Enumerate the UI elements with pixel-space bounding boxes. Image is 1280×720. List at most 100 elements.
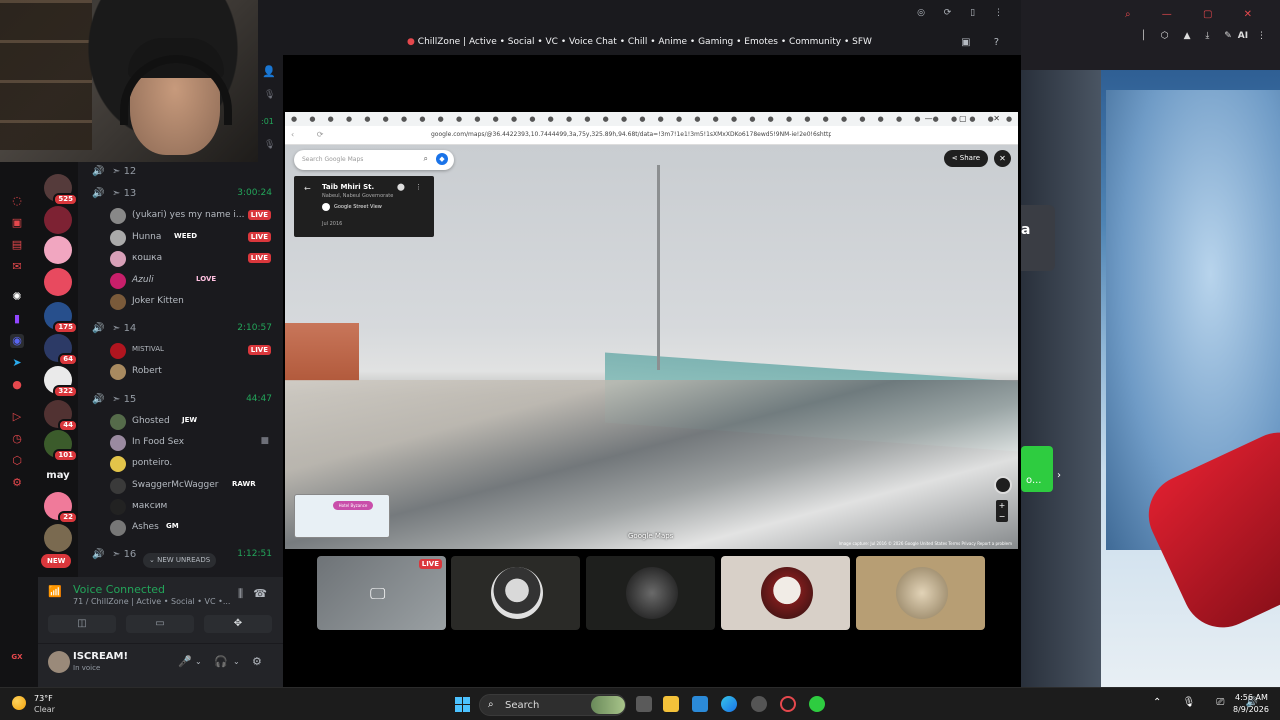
- settings-icon[interactable]: ⚙: [10, 476, 24, 490]
- telegram-icon[interactable]: ➤: [10, 356, 24, 370]
- server-icon[interactable]: [44, 206, 72, 234]
- new-unreads-button[interactable]: ⌄ NEW UNREADS: [143, 553, 217, 568]
- opera-gx-icon[interactable]: [780, 696, 796, 712]
- voice-user[interactable]: Joker Kitten: [78, 292, 283, 312]
- voice-user[interactable]: SwaggerMcWagger RAWR: [78, 476, 283, 496]
- mini-map[interactable]: Hotel Byzance: [294, 494, 390, 538]
- server-icon[interactable]: 101: [44, 430, 78, 462]
- share-button[interactable]: ⋖ Share: [943, 150, 988, 167]
- voice-user[interactable]: Azuli LOVE: [78, 271, 283, 291]
- close-button[interactable]: ✕: [994, 150, 1011, 167]
- stream-tile[interactable]: LIVE 🖵: [317, 556, 446, 630]
- weather-moon-icon[interactable]: [12, 696, 26, 710]
- street-view-panorama[interactable]: Search Google Maps ⌕ ◆ ← Taib Mhiri St. …: [285, 145, 1018, 549]
- clock-time[interactable]: 4:56 AM: [1235, 693, 1268, 702]
- voice-channel-14[interactable]: 🔊 ➣ 14 2:10:57: [78, 321, 283, 339]
- tab-icons[interactable]: ● ● ● ● ● ● ● ● ● ● ● ● ● ● ● ● ● ● ● ● …: [291, 115, 1018, 123]
- server-icon[interactable]: [44, 236, 72, 264]
- history-icon[interactable]: ◷: [10, 432, 24, 446]
- participant-tile[interactable]: [721, 556, 850, 630]
- server-icon[interactable]: 175: [44, 302, 78, 334]
- participant-tile[interactable]: [856, 556, 985, 630]
- mail-icon[interactable]: ✉: [10, 260, 24, 274]
- soundboard-icon[interactable]: ⫼: [238, 587, 243, 601]
- arrow-icon[interactable]: ◌: [10, 194, 24, 208]
- voice-user[interactable]: In Food Sex ■: [78, 433, 283, 453]
- window-controls[interactable]: — ▢ ✕: [925, 114, 1012, 123]
- xbox-icon[interactable]: [809, 696, 825, 712]
- voice-channel-15[interactable]: 🔊 ➣ 15 44:47: [78, 392, 283, 410]
- place-pin[interactable]: Hotel Byzance: [333, 501, 373, 510]
- voice-user[interactable]: Ashes GM: [78, 518, 283, 538]
- voice-user[interactable]: Ghosted JEW: [78, 412, 283, 432]
- server-icon[interactable]: 64: [44, 334, 78, 366]
- camera-button[interactable]: ◫: [48, 615, 116, 633]
- server-icon-text[interactable]: may: [44, 462, 72, 490]
- voice-channel-12[interactable]: 🔊 ➣ 12: [78, 164, 283, 182]
- twitch-icon[interactable]: ▤: [10, 238, 24, 252]
- voice-channel-path[interactable]: 71 / ChillZone | Active • Social • VC •.…: [73, 597, 230, 606]
- extensions-icon[interactable]: ⬡: [10, 454, 24, 468]
- server-icon[interactable]: 22: [44, 492, 78, 524]
- disconnect-icon[interactable]: ☎: [253, 587, 267, 600]
- chatgpt-icon[interactable]: ✺: [10, 290, 24, 304]
- mute-icon[interactable]: 🎙: [264, 90, 275, 100]
- voice-user[interactable]: кошка LIVE: [78, 249, 283, 269]
- server-icon[interactable]: 322: [44, 366, 78, 398]
- chevron-right-icon[interactable]: ›: [1057, 470, 1061, 481]
- twitch-app-icon[interactable]: ▮: [10, 312, 24, 326]
- voice-user[interactable]: MISTIVAL LIVE: [78, 341, 283, 361]
- server-icon[interactable]: 525: [44, 174, 78, 206]
- window-controls[interactable]: ◎ ⟳ ▯ ⋮: [917, 8, 1011, 18]
- toolbar-icons[interactable]: │ ⬡ ▲ ⤓ ✎AI ⋮: [1141, 31, 1272, 41]
- capture-date-select[interactable]: Jul 2016: [322, 221, 342, 227]
- discord-icon[interactable]: ◉: [10, 334, 24, 348]
- voice-user[interactable]: Robert: [78, 362, 283, 382]
- nav-buttons[interactable]: ‹ ⟳: [291, 130, 333, 139]
- bag-icon[interactable]: ▣: [10, 216, 24, 230]
- headphones-icon[interactable]: 🎧: [214, 655, 228, 668]
- start-button[interactable]: [455, 697, 470, 712]
- username[interactable]: ISCREAM!: [73, 651, 128, 662]
- voice-user[interactable]: ponteiro.: [78, 454, 283, 474]
- shared-browser-window[interactable]: ● ● ● ● ● ● ● ● ● ● ● ● ● ● ● ● ● ● ● ● …: [285, 112, 1018, 549]
- voice-user[interactable]: (yukari) yes my name i... LIVE: [78, 206, 283, 226]
- file-explorer-icon[interactable]: [663, 696, 679, 712]
- weather-condition[interactable]: Clear: [34, 705, 55, 714]
- header-actions[interactable]: ▣ ?: [961, 37, 1009, 48]
- back-arrow-icon[interactable]: ←: [304, 184, 311, 193]
- participant-tile[interactable]: [586, 556, 715, 630]
- search-icon[interactable]: ⌕: [424, 154, 428, 164]
- server-icon[interactable]: 44: [44, 400, 78, 432]
- voice-status[interactable]: Voice Connected: [73, 583, 165, 596]
- window-controls[interactable]: ⌕ — ▢ ✕: [1125, 9, 1266, 20]
- voice-channel-13[interactable]: 🔊 ➣ 13 3:00:24: [78, 186, 283, 204]
- new-badge[interactable]: NEW: [41, 554, 72, 568]
- zoom-controls[interactable]: + −: [996, 500, 1008, 522]
- screenshare-button[interactable]: ▭: [126, 615, 194, 633]
- server-icon[interactable]: [44, 268, 72, 296]
- avatar[interactable]: [48, 651, 70, 673]
- taskbar-search[interactable]: ⌕ Search: [479, 694, 626, 716]
- gx-icon[interactable]: GX: [10, 650, 24, 664]
- microphone-icon[interactable]: 🎤: [178, 655, 192, 668]
- ai-button[interactable]: AI: [1238, 31, 1248, 41]
- settings-icon[interactable]: ⚙: [252, 655, 262, 668]
- chevron-down-icon[interactable]: ⌄: [233, 657, 240, 666]
- mute-icon[interactable]: 🎙: [264, 140, 275, 150]
- participant-tile[interactable]: [451, 556, 580, 630]
- add-member-icon[interactable]: 👤: [262, 65, 276, 78]
- url-text[interactable]: google.com/maps/@36.4422393,10.7444499,3…: [431, 131, 831, 138]
- compass-icon[interactable]: [994, 476, 1012, 494]
- address-bar[interactable]: ‹ ⟳ google.com/maps/@36.4422393,10.74444…: [285, 126, 1018, 145]
- clock-date[interactable]: 8/9/2026: [1233, 705, 1269, 714]
- voice-user[interactable]: Hunnа WEED LIVE: [78, 228, 283, 248]
- music-icon[interactable]: ●: [10, 378, 24, 392]
- activities-button[interactable]: ✥: [204, 615, 272, 633]
- card-actions[interactable]: ⬤ ⋮: [397, 183, 426, 191]
- chevron-down-icon[interactable]: ⌄: [195, 657, 202, 666]
- play-icon[interactable]: ▷: [10, 410, 24, 424]
- server-icon[interactable]: [44, 524, 72, 552]
- weather-temperature[interactable]: 73°F: [34, 694, 53, 703]
- task-view-icon[interactable]: [636, 696, 652, 712]
